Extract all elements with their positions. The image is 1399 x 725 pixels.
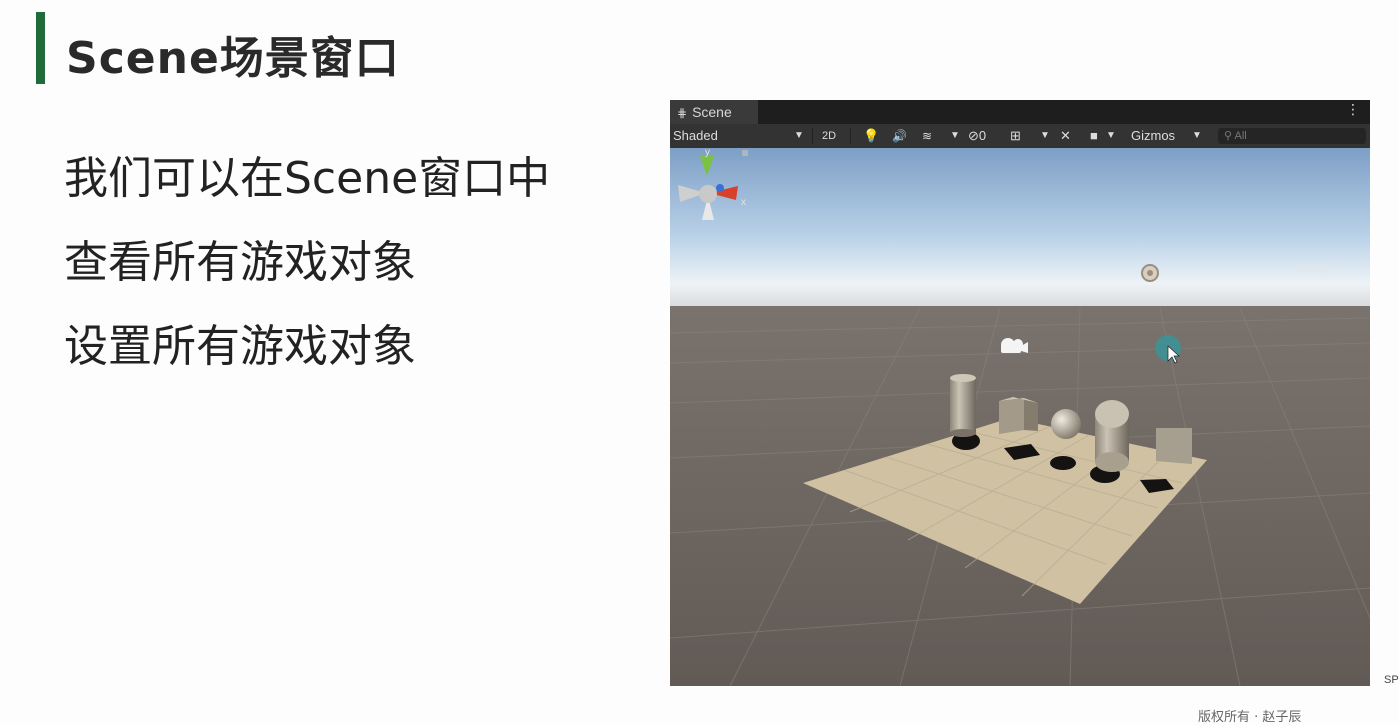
gizmos-label: Gizmos: [1131, 128, 1176, 143]
chevron-down-icon[interactable]: ▼: [794, 124, 804, 148]
audio-toggle-icon[interactable]: 🔊: [892, 124, 907, 148]
toolbar-divider: [850, 128, 851, 144]
sky: [670, 148, 1370, 308]
title-accent-bar: [36, 12, 45, 84]
vertical-ellipsis-icon[interactable]: ⋮: [1346, 102, 1360, 118]
axis-x-label: x: [741, 197, 746, 208]
search-icon: ⚲: [1224, 130, 1235, 142]
eye-slash-icon: ⊘: [968, 128, 979, 143]
tab-scene[interactable]: ⋕ Scene: [670, 100, 758, 124]
axis-y-label: y: [705, 148, 710, 158]
chevron-down-icon[interactable]: ▼: [1106, 124, 1116, 148]
search-input[interactable]: ⚲ All: [1218, 128, 1366, 144]
tab-scene-label: Scene: [692, 104, 732, 120]
bullet-line-1: 我们可以在Scene窗口中: [64, 153, 551, 204]
footer-copyright: 版权所有 · 赵子辰: [1198, 710, 1302, 725]
scene-toolbar: Shaded ▼ 2D 💡 🔊 ≋ ▼ ⊘0 ⊞ ▼ ✕ ■ ▼ Gizmos …: [670, 124, 1370, 148]
effects-toggle-icon[interactable]: ≋: [922, 124, 932, 148]
shading-mode-dropdown[interactable]: Shaded: [673, 124, 718, 148]
scene-render: [670, 148, 1370, 686]
scene-window: ⋕ Scene ⋮ Shaded ▼ 2D 💡 🔊 ≋ ▼ ⊘0 ⊞ ▼ ✕ ■ …: [670, 100, 1370, 686]
bullet-line-2: 查看所有游戏对象: [64, 237, 416, 288]
shading-mode-label: Shaded: [673, 128, 718, 143]
scene-viewport[interactable]: y x Persp: [670, 148, 1370, 686]
grid-snap-icon[interactable]: ⊞: [1010, 124, 1021, 148]
capsule: [1095, 400, 1129, 472]
cube: [999, 397, 1038, 434]
search-placeholder: All: [1234, 130, 1247, 142]
chevron-down-icon[interactable]: ▼: [950, 124, 960, 148]
hidden-objects-toggle[interactable]: ⊘0: [968, 124, 986, 148]
lighting-toggle-icon[interactable]: 💡: [863, 124, 879, 148]
side-watermark: SP: [1384, 674, 1399, 686]
bullet-line-3: 设置所有游戏对象: [64, 321, 416, 372]
directional-light-gizmo: [1141, 264, 1159, 282]
quad: [1156, 428, 1192, 464]
hidden-count: 0: [978, 128, 987, 143]
chevron-down-icon[interactable]: ▼: [1040, 124, 1050, 148]
slide-title: Scene场景窗口: [66, 33, 400, 84]
tools-icon[interactable]: ✕: [1060, 124, 1071, 148]
toggle-2d-button[interactable]: 2D: [822, 124, 836, 148]
gizmos-dropdown[interactable]: Gizmos: [1131, 124, 1175, 148]
sphere: [1051, 409, 1081, 439]
grid-icon: ⋕: [677, 106, 688, 120]
toolbar-divider: [812, 128, 813, 144]
orientation-gizmo-icon[interactable]: y x: [670, 148, 750, 238]
tab-bar: ⋕ Scene ⋮: [670, 100, 1370, 124]
camera-icon[interactable]: ■: [1090, 124, 1098, 148]
lock-icon[interactable]: [742, 150, 748, 156]
cylinder: [950, 374, 976, 437]
chevron-down-icon[interactable]: ▼: [1192, 124, 1202, 148]
projection-label[interactable]: Persp: [1298, 261, 1332, 276]
toggle-2d-label: 2D: [822, 130, 837, 142]
